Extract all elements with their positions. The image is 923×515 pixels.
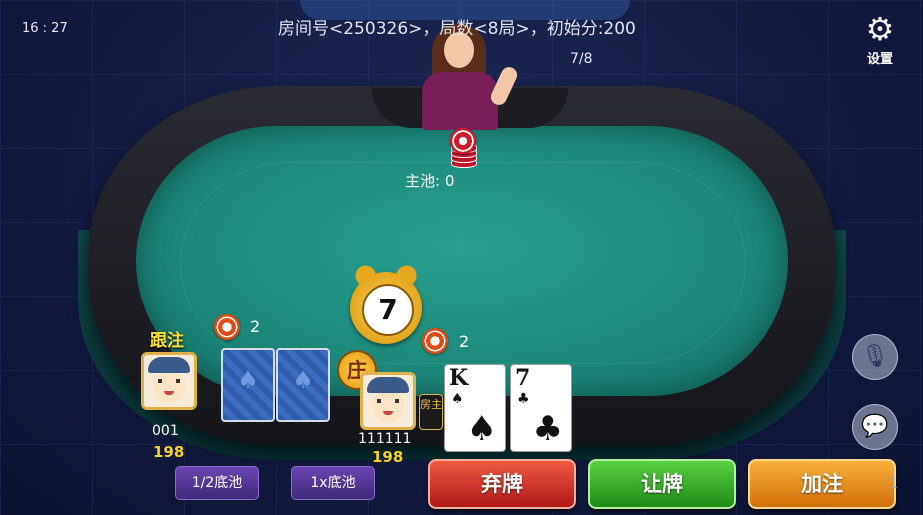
player-name: 001 — [152, 423, 179, 439]
hand-card[interactable]: 7 ♣ ♣ — [510, 364, 572, 452]
settings-label: 设置 — [866, 52, 893, 67]
room-info: 房间号<250326>，局数<8局>，初始分:200 — [278, 19, 636, 39]
game-scene: 16 : 27 房间号<250326>，局数<8局>，初始分:200 7/8 ⚙… — [0, 0, 923, 515]
pot-chip-stack — [449, 128, 477, 172]
check-button[interactable]: 让牌 — [588, 459, 736, 509]
gear-icon: ⚙ — [865, 10, 895, 48]
clock: 16 : 27 — [22, 21, 68, 36]
microphone-icon[interactable]: 🎙 — [852, 334, 898, 380]
avatar[interactable] — [360, 372, 416, 430]
player-score: 198 — [153, 443, 185, 461]
alarm-clock-timer: 7 — [350, 261, 422, 344]
player-score: 198 — [372, 448, 404, 466]
settings-button[interactable]: ⚙ 设置 — [858, 12, 902, 67]
player-action-tag: 跟注 — [150, 331, 184, 351]
one-pot-button[interactable]: 1x底池 — [291, 466, 375, 500]
card-back: ♠ — [221, 348, 275, 422]
round-counter: 7/8 — [570, 51, 593, 67]
half-pot-button[interactable]: 1/2底池 — [175, 466, 259, 500]
player-bet-amount: 2 — [250, 317, 261, 336]
chat-icon[interactable]: 💬 — [852, 404, 898, 450]
corner-number: 1 — [889, 476, 898, 492]
raise-button[interactable]: 加注 — [748, 459, 896, 509]
bet-chip-icon — [214, 314, 240, 340]
avatar[interactable] — [141, 352, 197, 410]
room-owner-tag: 房主 — [419, 394, 443, 430]
hand-card[interactable]: K ♠ ♠ — [444, 364, 506, 452]
bet-chip-icon — [422, 328, 448, 354]
card-back: ♠ — [276, 348, 330, 422]
fold-button[interactable]: 弃牌 — [428, 459, 576, 509]
player-bet-amount: 2 — [459, 332, 470, 351]
player-name: 111111 — [358, 431, 412, 447]
main-pot-label: 主池: 0 — [405, 172, 455, 190]
timer-seconds: 7 — [362, 284, 414, 336]
